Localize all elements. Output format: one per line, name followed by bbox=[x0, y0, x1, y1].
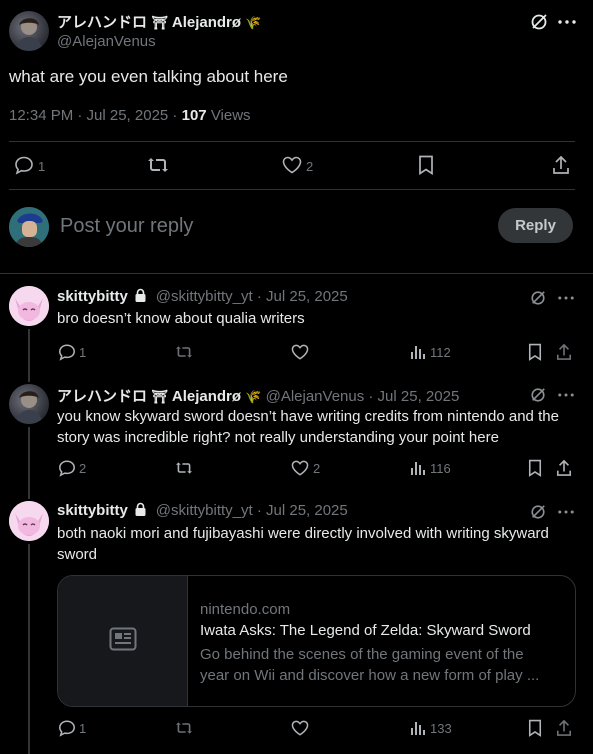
reply2-name-latin: Alejandrø bbox=[171, 388, 242, 405]
wheat-icon: 🌾 bbox=[245, 15, 262, 30]
author-name[interactable]: アレハンドロ ⛩ Alejandrø 🌾 bbox=[57, 11, 261, 32]
thread-line bbox=[28, 427, 30, 499]
tower-icon: ⛩ bbox=[151, 15, 168, 30]
post-metadata: 12:34 PM · Jul 25, 2025 · 107 Views bbox=[9, 107, 251, 124]
reply1-handle[interactable]: @skittybitty_yt · Jul 25, 2025 bbox=[156, 288, 348, 305]
like-count: 2 bbox=[313, 461, 321, 476]
divider bbox=[9, 189, 575, 190]
bookmark-icon[interactable] bbox=[525, 458, 545, 478]
reply-icon[interactable] bbox=[57, 718, 77, 738]
reply3-handle[interactable]: @skittybitty_yt · Jul 25, 2025 bbox=[156, 502, 348, 519]
author-handle[interactable]: @AlejanVenus bbox=[57, 33, 156, 50]
share-icon[interactable] bbox=[554, 458, 574, 478]
post-timestamp[interactable]: 12:34 PM · Jul 25, 2025 · bbox=[9, 107, 177, 124]
wheat-icon: 🌾 bbox=[245, 389, 262, 404]
views-icon[interactable] bbox=[408, 342, 428, 362]
bookmark-icon[interactable] bbox=[415, 154, 437, 176]
divider bbox=[9, 141, 575, 142]
grok-icon[interactable] bbox=[529, 503, 547, 521]
bookmark-icon[interactable] bbox=[525, 342, 545, 362]
share-icon[interactable] bbox=[554, 718, 574, 738]
reply1-name[interactable]: skittybitty bbox=[57, 288, 128, 305]
avatar-skittybitty[interactable] bbox=[9, 286, 49, 326]
more-options-icon[interactable] bbox=[557, 289, 575, 307]
grok-icon[interactable] bbox=[529, 289, 547, 307]
repost-icon[interactable] bbox=[174, 718, 194, 738]
views-count: 116 bbox=[430, 461, 451, 476]
reply3-text: both naoki mori and fujibayashi were dir… bbox=[57, 525, 549, 563]
reply2-name-jp: アレハンドロ bbox=[57, 388, 148, 405]
like-icon[interactable] bbox=[290, 458, 310, 478]
views-count: 107 bbox=[181, 107, 207, 124]
more-options-icon[interactable] bbox=[557, 503, 575, 521]
reply2-name[interactable]: アレハンドロ ⛩ Alejandrø 🌾 bbox=[57, 388, 266, 405]
reply3-header: skittybitty @skittybitty_yt · Jul 25, 20… bbox=[57, 502, 348, 522]
author-name-jp: アレハンドロ bbox=[57, 14, 148, 31]
like-icon[interactable] bbox=[290, 718, 310, 738]
views-icon[interactable] bbox=[408, 458, 428, 478]
views-icon[interactable] bbox=[408, 718, 428, 738]
card-thumbnail bbox=[58, 576, 188, 706]
card-description-line1: Go behind the scenes of the gaming event… bbox=[200, 646, 524, 663]
lock-icon bbox=[134, 288, 147, 308]
reply-count: 1 bbox=[79, 721, 87, 736]
share-icon[interactable] bbox=[550, 154, 572, 176]
avatar-alejandro[interactable] bbox=[9, 11, 49, 51]
my-avatar[interactable] bbox=[9, 207, 49, 247]
lock-icon bbox=[134, 502, 147, 522]
share-icon[interactable] bbox=[554, 342, 574, 362]
repost-icon[interactable] bbox=[147, 154, 169, 176]
like-icon[interactable] bbox=[290, 342, 310, 362]
like-count: 2 bbox=[306, 159, 314, 174]
reply-count: 1 bbox=[79, 345, 87, 360]
reply2-text: you know skyward sword doesn’t have writ… bbox=[57, 408, 559, 446]
tower-icon: ⛩ bbox=[151, 389, 168, 404]
more-options-icon[interactable] bbox=[557, 386, 575, 404]
reply-count: 1 bbox=[38, 159, 46, 174]
views-count: 133 bbox=[430, 721, 452, 736]
reply-icon[interactable] bbox=[57, 458, 77, 478]
reply2-header: アレハンドロ ⛩ Alejandrø 🌾 @AlejanVenus · Jul … bbox=[57, 385, 459, 406]
more-options-icon[interactable] bbox=[557, 12, 577, 32]
reply2-handle[interactable]: @AlejanVenus · Jul 25, 2025 bbox=[266, 388, 460, 405]
reply-icon[interactable] bbox=[13, 154, 35, 176]
reply-button[interactable]: Reply bbox=[498, 208, 573, 243]
repost-icon[interactable] bbox=[174, 342, 194, 362]
repost-icon[interactable] bbox=[174, 458, 194, 478]
card-description-line2: year on Wii and discover how a new form … bbox=[200, 667, 540, 684]
article-icon bbox=[109, 627, 137, 656]
bookmark-icon[interactable] bbox=[525, 718, 545, 738]
card-title: Iwata Asks: The Legend of Zelda: Skyward… bbox=[200, 622, 531, 639]
views-count: 112 bbox=[430, 345, 451, 360]
avatar-skittybitty[interactable] bbox=[9, 501, 49, 541]
reply1-header: skittybitty @skittybitty_yt · Jul 25, 20… bbox=[57, 288, 348, 308]
avatar-alejandro[interactable] bbox=[9, 384, 49, 424]
author-name-latin: Alejandrø bbox=[171, 14, 242, 31]
views-label: Views bbox=[210, 107, 251, 124]
divider bbox=[0, 273, 593, 274]
link-card[interactable]: nintendo.com Iwata Asks: The Legend of Z… bbox=[57, 575, 576, 707]
reply-count: 2 bbox=[79, 461, 87, 476]
like-icon[interactable] bbox=[281, 154, 303, 176]
reply-icon[interactable] bbox=[57, 342, 77, 362]
grok-icon[interactable] bbox=[529, 386, 547, 404]
card-domain: nintendo.com bbox=[200, 601, 291, 618]
reply-input[interactable]: Post your reply bbox=[60, 215, 193, 238]
grok-icon[interactable] bbox=[529, 12, 549, 32]
card-description: Go behind the scenes of the gaming event… bbox=[200, 644, 560, 686]
thread-line bbox=[28, 544, 30, 754]
reply3-name[interactable]: skittybitty bbox=[57, 502, 128, 519]
reply1-text: bro doesn’t know about qualia writers bbox=[57, 310, 305, 327]
post-text: what are you even talking about here bbox=[9, 67, 288, 86]
thread-line bbox=[28, 329, 30, 382]
